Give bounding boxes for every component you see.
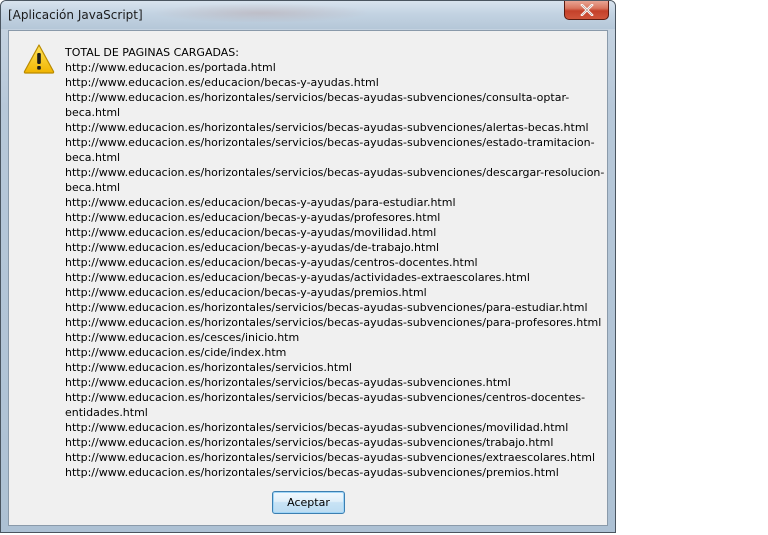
message-line: http://www.educacion.es/horizontales/ser… [65, 466, 559, 479]
message-line: http://www.educacion.es/educacion/becas-… [65, 226, 437, 239]
dialog-message: TOTAL DE PAGINAS CARGADAS: http://www.ed… [65, 45, 605, 480]
window-title: [Aplicación JavaScript] [8, 8, 143, 22]
message-line: http://www.educacion.es/horizontales/ser… [65, 91, 570, 104]
message-line: http://www.educacion.es/educacion/becas-… [65, 286, 427, 299]
message-line: http://www.educacion.es/educacion/becas-… [65, 256, 478, 269]
message-line: http://www.educacion.es/horizontales/ser… [65, 376, 511, 389]
message-line: http://www.educacion.es/horizontales/ser… [65, 421, 569, 434]
message-heading: TOTAL DE PAGINAS CARGADAS: [65, 46, 239, 59]
message-line: http://www.educacion.es/horizontales/ser… [65, 301, 588, 314]
message-line: beca.html [65, 151, 121, 164]
warning-icon [23, 44, 55, 74]
title-bar[interactable]: [Aplicación JavaScript] [1, 1, 615, 29]
message-line: http://www.educacion.es/educacion/becas-… [65, 241, 440, 254]
message-line: http://www.educacion.es/educacion/becas-… [65, 76, 379, 89]
accept-button[interactable]: Aceptar [272, 491, 345, 514]
message-line: beca.html [65, 181, 121, 194]
message-line: beca.html [65, 106, 121, 119]
message-line: http://www.educacion.es/educacion/becas-… [65, 271, 530, 284]
message-line: http://www.educacion.es/horizontales/ser… [65, 361, 352, 374]
message-line: http://www.educacion.es/horizontales/ser… [65, 436, 554, 449]
title-bar-glass-reflection [151, 3, 371, 23]
message-line: http://www.educacion.es/educacion/becas-… [65, 196, 456, 209]
message-line: http://www.educacion.es/horizontales/ser… [65, 136, 595, 149]
message-line: http://www.educacion.es/portada.html [65, 61, 276, 74]
close-icon [579, 4, 594, 16]
message-line: http://www.educacion.es/horizontales/ser… [65, 451, 596, 464]
message-line: http://www.educacion.es/cide/index.htm [65, 346, 287, 359]
alert-dialog-window: [Aplicación JavaScript] TOTAL DE PAGINAS… [0, 0, 616, 533]
message-line: http://www.educacion.es/horizontales/ser… [65, 391, 586, 404]
message-line: http://www.educacion.es/cesces/inicio.ht… [65, 331, 300, 344]
message-line: http://www.educacion.es/educacion/becas-… [65, 211, 441, 224]
message-line: http://www.educacion.es/horizontales/ser… [65, 121, 589, 134]
message-line: entidades.html [65, 406, 148, 419]
message-line: http://www.educacion.es/horizontales/ser… [65, 166, 605, 179]
close-button[interactable] [564, 1, 609, 20]
screen: [Aplicación JavaScript] TOTAL DE PAGINAS… [0, 0, 768, 535]
message-line: http://www.educacion.es/horizontales/ser… [65, 316, 602, 329]
dialog-content: TOTAL DE PAGINAS CARGADAS: http://www.ed… [8, 30, 608, 526]
